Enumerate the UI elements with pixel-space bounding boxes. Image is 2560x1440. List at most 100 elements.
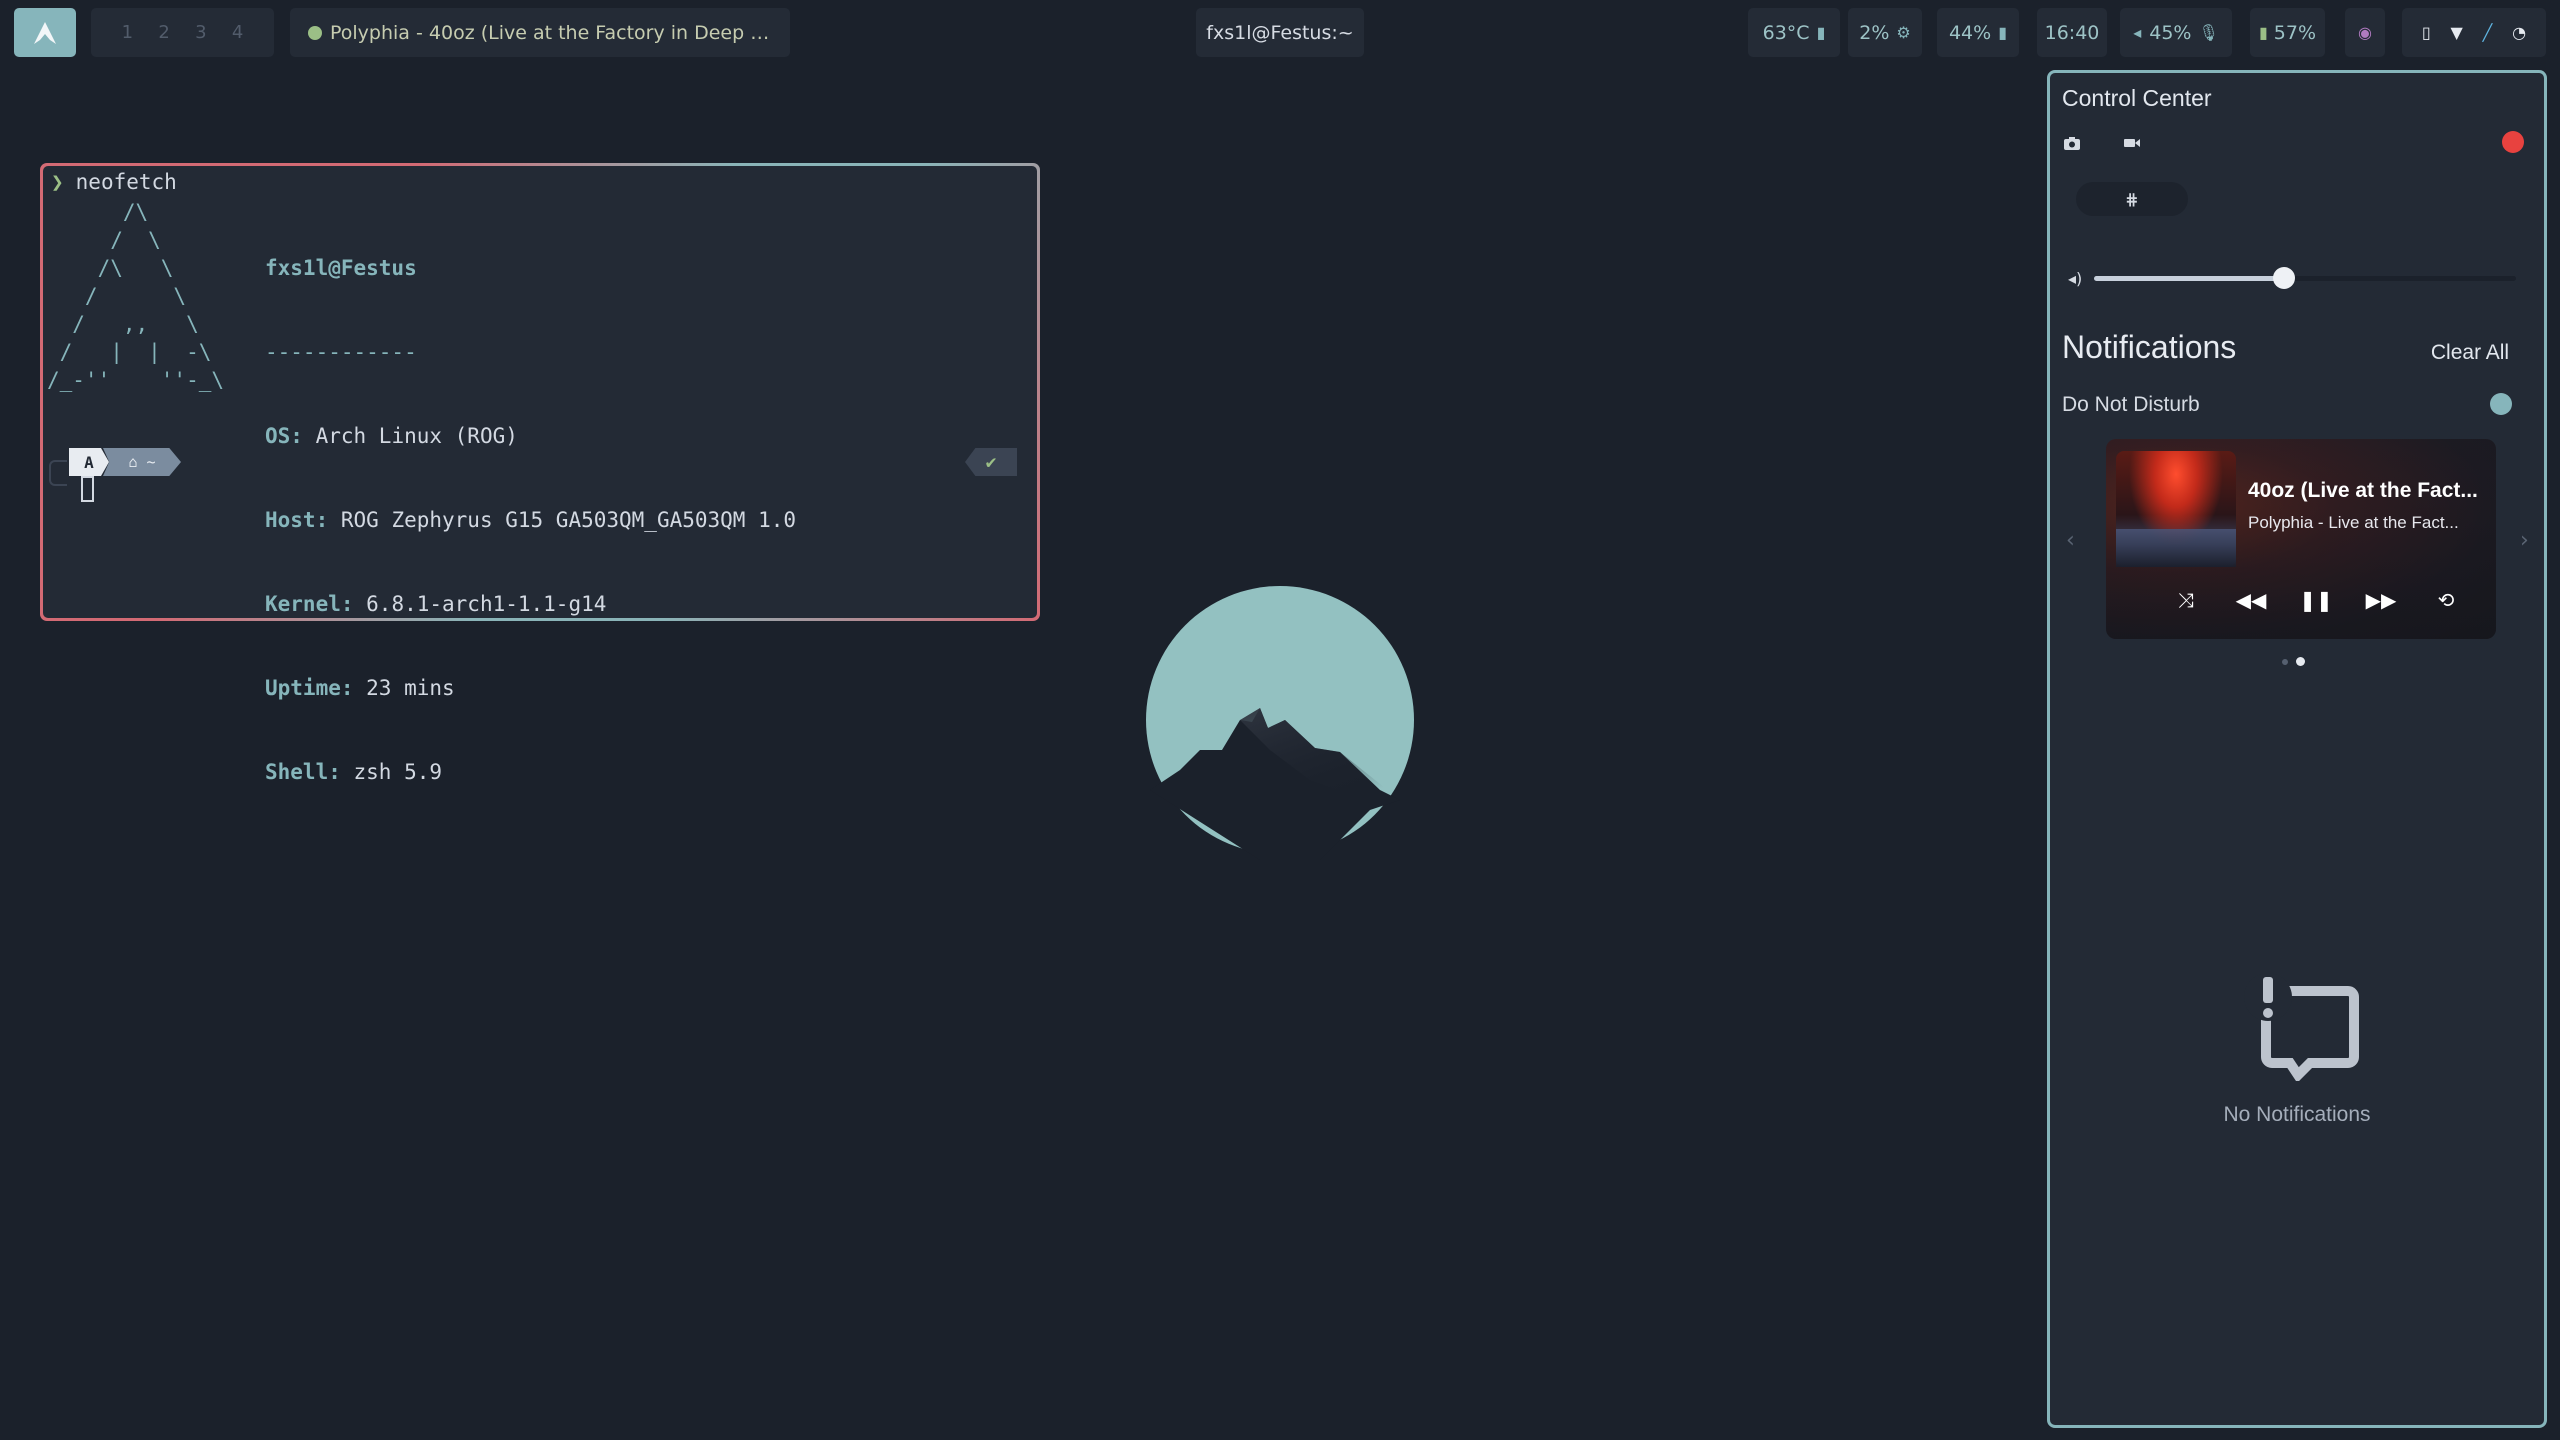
info-value: ROG Zephyrus G15 GA503QM_GA503QM 1.0 xyxy=(340,508,797,532)
top-bar: 1 2 3 4 Polyphia - 40oz (Live at the Fac… xyxy=(0,0,2560,68)
info-value: zsh 5.9 xyxy=(353,760,443,784)
volume-slider-handle[interactable] xyxy=(2272,267,2295,289)
cpu-value: 2% xyxy=(1859,21,1890,44)
workspace-1[interactable]: 1 xyxy=(122,22,133,43)
temperature-widget[interactable]: 63°C ▮ xyxy=(1748,8,1840,57)
text-cursor xyxy=(81,476,94,502)
album-art xyxy=(2116,451,2236,567)
network-icon[interactable]: ◔ xyxy=(2512,23,2526,42)
screen-record-button[interactable] xyxy=(2112,127,2152,159)
terminal-window[interactable]: ❯ neofetch /\ / \ /\ \ / \ / ,, \ / | | -… xyxy=(40,163,1040,784)
clock-value: 16:40 xyxy=(2044,21,2100,44)
camera-icon xyxy=(2064,136,2080,150)
control-center-title: Control Center xyxy=(2062,85,2212,111)
speaker-icon: ◂ xyxy=(2133,23,2142,42)
media-next-page-icon[interactable]: › xyxy=(2520,528,2529,553)
dnd-label: Do Not Disturb xyxy=(2062,393,2200,416)
info-key: OS xyxy=(265,424,291,448)
repeat-icon[interactable]: ⟲ xyxy=(2426,588,2466,612)
battery-widget[interactable]: ▮ 57% xyxy=(2250,8,2325,57)
pause-icon[interactable]: ❚❚ xyxy=(2296,588,2336,612)
workspace-switcher: 1 2 3 4 xyxy=(91,8,274,57)
control-center-panel: Control Center ⋕ ◂) Notifications Clear … xyxy=(2047,70,2547,1428)
info-key: Kernel xyxy=(265,592,341,616)
command-line: ❯ neofetch xyxy=(51,170,177,194)
info-key: Uptime xyxy=(265,676,341,700)
previous-track-icon[interactable]: ◀◀ xyxy=(2231,588,2271,612)
command-text: neofetch xyxy=(75,170,177,194)
audio-widget[interactable]: ◂ 45% 🎙 xyxy=(2120,8,2232,57)
bluetooth-icon[interactable]: ╱ xyxy=(2483,23,2493,42)
privacy-widget[interactable]: ◉ xyxy=(2345,8,2385,57)
focused-window-pill[interactable]: fxs1l@Festus:~ xyxy=(1196,8,1364,57)
os-segment-icon: A xyxy=(69,448,109,476)
notifications-heading: Notifications xyxy=(2062,329,2237,365)
user-host: fxs1l@Festus xyxy=(265,256,417,280)
desktop: 1 2 3 4 Polyphia - 40oz (Live at the Fac… xyxy=(0,0,2560,1440)
page-dot-active[interactable] xyxy=(2296,657,2305,666)
battery-value: 57% xyxy=(2273,21,2317,44)
eye-off-icon: ◉ xyxy=(2358,23,2372,42)
wifi-icon[interactable]: ▼ xyxy=(2451,23,2463,42)
music-status-icon xyxy=(308,25,322,40)
battery-icon: ▮ xyxy=(2258,23,2268,42)
clock-widget[interactable]: 16:40 xyxy=(2037,8,2107,57)
info-row-kernel: Kernel: 6.8.1-arch1-1.1-g14 xyxy=(265,592,607,616)
memory-icon: ▮ xyxy=(1998,23,2008,42)
volume-slider[interactable] xyxy=(2094,276,2516,281)
equalizer-icon: ⋕ xyxy=(2125,189,2139,209)
media-title: 40oz (Live at the Fact... xyxy=(2248,479,2478,502)
info-row-host: Host: ROG Zephyrus G15 GA503QM_GA503QM 1… xyxy=(265,508,797,532)
directory-segment: ⌂ ~ xyxy=(103,448,181,476)
active-window-title[interactable]: Polyphia - 40oz (Live at the Factory in … xyxy=(290,8,790,57)
media-player-card: 40oz (Live at the Fact... Polyphia - Liv… xyxy=(2106,439,2496,639)
terminal-content[interactable]: ❯ neofetch /\ / \ /\ \ / \ / ,, \ / | | -… xyxy=(43,166,1037,784)
next-track-icon[interactable]: ▶▶ xyxy=(2361,588,2401,612)
info-value: Arch Linux (ROG) xyxy=(315,424,518,448)
clear-all-button[interactable]: Clear All xyxy=(2416,335,2524,371)
shell-prompt: A ⌂ ~ xyxy=(69,448,181,476)
cpu-icon: ⚙ xyxy=(1896,23,1911,42)
app-launcher-button[interactable] xyxy=(14,8,76,57)
microphone-icon: 🎙 xyxy=(2198,23,2219,42)
quick-toggle-button[interactable]: ⋕ xyxy=(2076,182,2188,216)
media-controls: ⤨ ◀◀ ❚❚ ▶▶ ⟲ xyxy=(2166,585,2466,615)
temperature-value: 63°C xyxy=(1762,21,1810,44)
media-page-dots xyxy=(2282,657,2305,666)
thermometer-icon: ▮ xyxy=(1816,23,1826,42)
system-tray: ▯ ▼ ╱ ◔ xyxy=(2402,8,2546,57)
volume-icon: ◂) xyxy=(2068,269,2083,288)
neofetch-info: fxs1l@Festus ------------ OS: Arch Linux… xyxy=(265,198,796,842)
info-key: Host xyxy=(265,508,316,532)
info-row-shell: Shell: zsh 5.9 xyxy=(265,760,443,784)
prompt-frame xyxy=(49,460,67,486)
shuffle-icon[interactable]: ⤨ xyxy=(2166,588,2206,612)
workspace-2[interactable]: 2 xyxy=(158,22,169,43)
recording-indicator[interactable] xyxy=(2502,131,2524,153)
workspace-4[interactable]: 4 xyxy=(232,22,243,43)
wallpaper-mountain-logo xyxy=(1146,586,1414,860)
media-artist: Polyphia - Live at the Fact... xyxy=(2248,513,2459,532)
memory-widget[interactable]: 44% ▮ xyxy=(1937,8,2019,57)
workspace-3[interactable]: 3 xyxy=(195,22,206,43)
check-icon: ✔ xyxy=(985,451,997,473)
info-key: Shell xyxy=(265,760,329,784)
info-row-uptime: Uptime: 23 mins xyxy=(265,676,455,700)
memory-value: 44% xyxy=(1948,21,1992,44)
page-dot[interactable] xyxy=(2282,658,2288,665)
info-separator: ------------ xyxy=(265,340,417,364)
arch-ascii-art: /\ / \ /\ \ / \ / ,, \ / | | -\ /_-'' ''… xyxy=(47,200,225,392)
volume-slider-fill xyxy=(2094,276,2284,281)
media-prev-page-icon[interactable]: ‹ xyxy=(2066,528,2075,553)
cpu-widget[interactable]: 2% ⚙ xyxy=(1848,8,1922,57)
info-value: 6.8.1-arch1-1.1-g14 xyxy=(366,592,607,616)
status-segment: ✔ xyxy=(965,448,1017,476)
volume-value: 45% xyxy=(2149,21,2192,44)
dnd-toggle[interactable] xyxy=(2490,393,2512,415)
no-notifications-text: No Notifications xyxy=(2223,1103,2371,1126)
phone-icon[interactable]: ▯ xyxy=(2422,23,2431,42)
screenshot-button[interactable] xyxy=(2052,127,2092,159)
info-value: 23 mins xyxy=(366,676,455,700)
window-title-text: Polyphia - 40oz (Live at the Factory in … xyxy=(330,21,772,44)
arch-logo-icon xyxy=(34,21,56,44)
